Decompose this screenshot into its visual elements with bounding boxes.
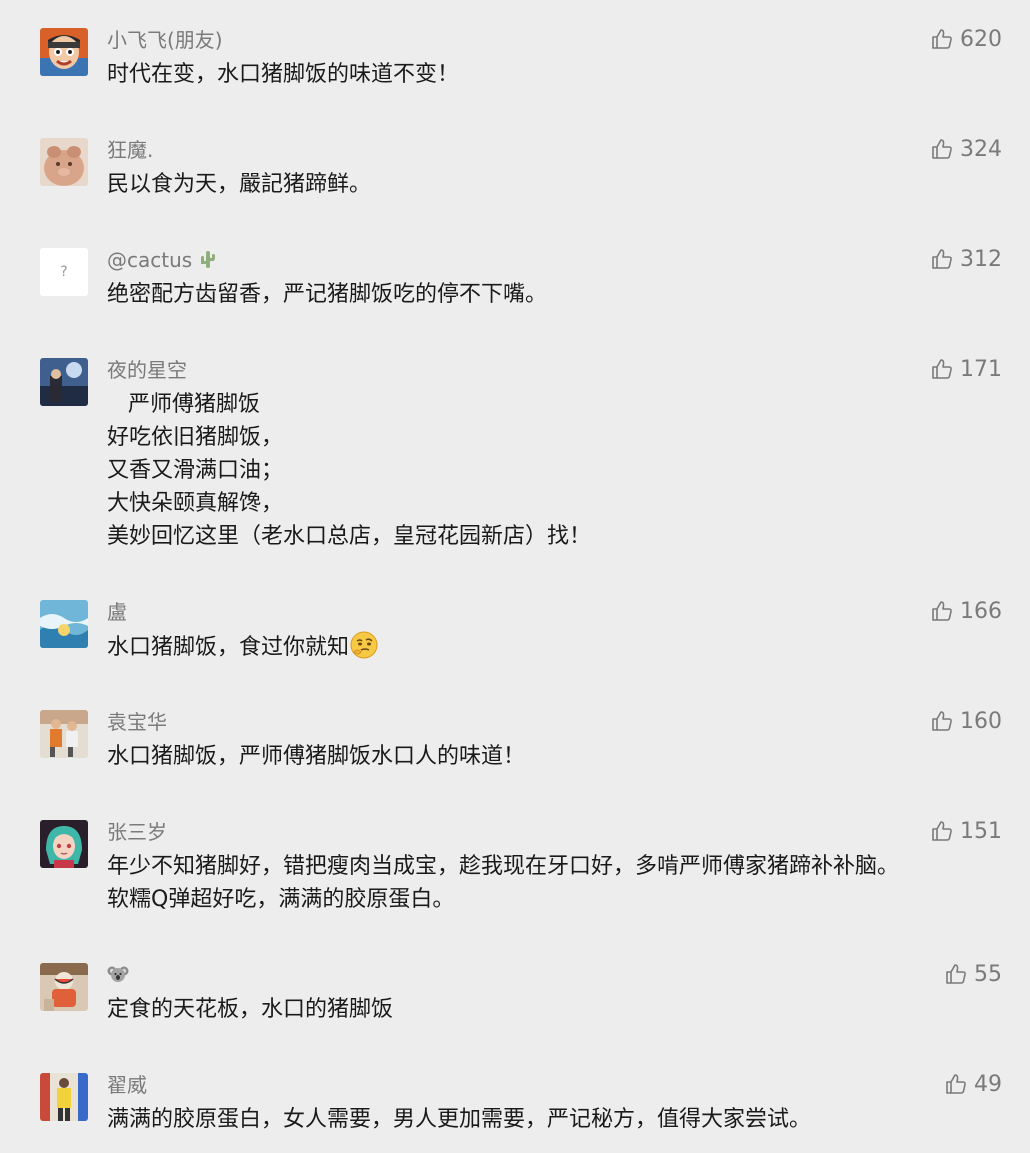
avatar[interactable]	[40, 28, 88, 76]
nickname[interactable]: 狂魔.	[107, 136, 153, 164]
nickname[interactable]: 盧	[107, 598, 127, 626]
like-button[interactable]: 166	[930, 596, 1002, 626]
comment-text: 软糯Q弹超好吃，满满的胶原蛋白。	[107, 887, 455, 912]
thinking-face-emoji	[349, 630, 379, 660]
comment-text: 大快朵颐真解馋，	[107, 491, 284, 516]
comment-content: 严师傅猪脚饭 好吃依旧猪脚饭， 又香又滑满口油； 大快朵颐真解馋， 美妙回忆这里…	[107, 388, 1007, 553]
avatar[interactable]	[40, 358, 88, 406]
like-count: 312	[960, 246, 1002, 272]
comment-text: 水口猪脚饭，食过你就知	[107, 630, 1007, 664]
thumbs-up-icon	[930, 709, 954, 733]
comment-content: 绝密配方齿留香，严记猪脚饭吃的停不下嘴。	[107, 278, 1007, 311]
like-count: 55	[974, 961, 1002, 987]
thumbs-up-icon	[930, 599, 954, 623]
like-count: 166	[960, 598, 1002, 624]
like-count: 620	[960, 26, 1002, 52]
comment-content: 满满的胶原蛋白，女人需要，男人更加需要，严记秘方，值得大家尝试。	[107, 1103, 1007, 1136]
cactus-icon	[199, 248, 217, 276]
comment-text: 时代在变，水口猪脚饭的味道不变！	[107, 62, 460, 87]
thumbs-up-icon	[930, 137, 954, 161]
like-count: 160	[960, 708, 1002, 734]
comment-content: 水口猪脚饭，食过你就知	[107, 630, 1007, 664]
like-button[interactable]: 171	[930, 354, 1002, 384]
comment-content: 民以食为天，嚴記猪蹄鲜。	[107, 168, 1007, 201]
comment-text: 好吃依旧猪脚饭，	[107, 425, 284, 450]
like-count: 171	[960, 356, 1002, 382]
like-button[interactable]: 49	[944, 1069, 1002, 1099]
comment-text: 定食的天花板，水口的猪脚饭	[107, 997, 394, 1022]
avatar[interactable]	[40, 600, 88, 648]
avatar-placeholder: ?	[60, 264, 68, 280]
avatar[interactable]	[40, 710, 88, 758]
thumbs-up-icon	[944, 962, 968, 986]
like-button[interactable]: 312	[930, 244, 1002, 274]
like-count: 324	[960, 136, 1002, 162]
nickname[interactable]: 翟威	[107, 1071, 147, 1099]
comment-text: 美妙回忆这里（老水口总店，皇冠花园新店）找！	[107, 524, 592, 549]
nickname[interactable]: @cactus	[107, 246, 217, 276]
comment-text: 严师傅猪脚饭	[107, 392, 260, 417]
avatar[interactable]	[40, 820, 88, 868]
comment-content: 水口猪脚饭，严师傅猪脚饭水口人的味道！	[107, 740, 1007, 773]
comment-text: 满满的胶原蛋白，女人需要，男人更加需要，严记秘方，值得大家尝试。	[107, 1107, 812, 1132]
like-button[interactable]: 151	[930, 816, 1002, 846]
like-button[interactable]: 55	[944, 959, 1002, 989]
nickname-text: @cactus	[107, 248, 193, 272]
avatar[interactable]	[40, 1073, 88, 1121]
nickname[interactable]: 夜的星空	[107, 356, 187, 384]
avatar[interactable]: ?	[40, 248, 88, 296]
comment-content: 年少不知猪脚好，错把瘦肉当成宝，趁我现在牙口好，多啃严师傅家猪蹄补补脑。 软糯Q…	[107, 850, 1007, 916]
like-count: 49	[974, 1071, 1002, 1097]
thumbs-up-icon	[930, 27, 954, 51]
comment-text: 民以食为天，嚴記猪蹄鲜。	[107, 172, 372, 197]
thumbs-up-icon	[930, 357, 954, 381]
like-button[interactable]: 620	[930, 24, 1002, 54]
like-count: 151	[960, 818, 1002, 844]
nickname[interactable]: 张三岁	[107, 818, 167, 846]
nickname[interactable]: 袁宝华	[107, 708, 167, 736]
comment-content: 时代在变，水口猪脚饭的味道不变！	[107, 58, 1007, 91]
like-button[interactable]: 160	[930, 706, 1002, 736]
comment-text: 年少不知猪脚好，错把瘦肉当成宝，趁我现在牙口好，多啃严师傅家猪蹄补补脑。	[107, 854, 900, 879]
avatar[interactable]	[40, 963, 88, 1011]
thumbs-up-icon	[930, 247, 954, 271]
nickname[interactable]: 小飞飞(朋友)	[107, 26, 223, 54]
comment-text: 水口猪脚饭，严师傅猪脚饭水口人的味道！	[107, 744, 526, 769]
comment-text-part: 水口猪脚饭，食过你就知	[107, 635, 350, 660]
koala-icon	[107, 963, 129, 991]
thumbs-up-icon	[944, 1072, 968, 1096]
thumbs-up-icon	[930, 819, 954, 843]
comment-text: 又香又滑满口油；	[107, 458, 284, 483]
nickname[interactable]	[107, 961, 129, 991]
comment-content: 定食的天花板，水口的猪脚饭	[107, 993, 1007, 1026]
comment-text: 绝密配方齿留香，严记猪脚饭吃的停不下嘴。	[107, 282, 548, 307]
like-button[interactable]: 324	[930, 134, 1002, 164]
avatar[interactable]	[40, 138, 88, 186]
